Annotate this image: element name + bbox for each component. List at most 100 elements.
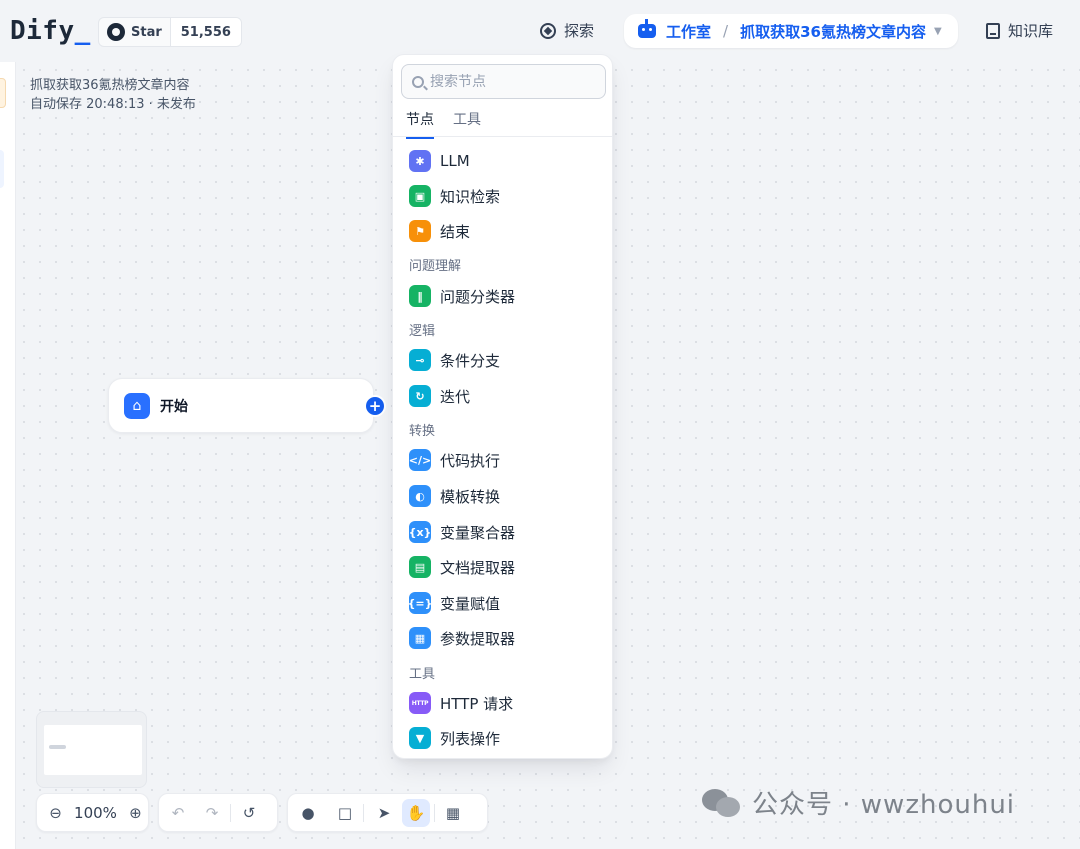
node-item-label: 文档提取器 [440,558,516,577]
divider [230,803,231,822]
node-item-label: 模板转换 [440,487,501,506]
watermark-text: 公众号 · wwzhouhui [752,790,1016,820]
top-header: Dify_ Star 51,556 探索 工作室 / 抓取获取36氪热榜文章内容… [0,0,1080,62]
zoom-in-icon[interactable]: ⊕ [123,799,148,827]
variable-icon: {x} [409,521,431,543]
autosave-status: 自动保存 20:48:13 · 未发布 [30,97,196,112]
wechat-icon [702,787,742,819]
llm-icon: ✱ [409,150,431,172]
left-sidebar-collapsed [0,62,16,849]
classifier-icon: ‖ [409,285,431,307]
app-icon[interactable] [0,78,6,108]
node-item-llm[interactable]: ✱ LLM [409,147,470,175]
history-control: ↶ ↷ ↺ [158,793,278,832]
branch-icon: ⊸ [409,349,431,371]
node-item-label: 迭代 [440,387,471,406]
hand-icon[interactable]: ✋ [402,798,430,827]
category-logic: 逻辑 [409,324,436,339]
book-open-icon: ▣ [409,185,431,207]
redo-icon[interactable]: ↷ [198,799,226,827]
category-tools: 工具 [409,667,436,682]
node-item-label: HTTP 请求 [440,694,514,713]
zoom-control: ⊖ 100% ⊕ [36,793,149,832]
divider [363,803,364,822]
node-item-http-request[interactable]: HTTP HTTP 请求 [409,689,513,717]
code-icon: </> [409,449,431,471]
github-star-button[interactable]: Star 51,556 [98,17,242,47]
node-picker-panel: 节点 工具 ✱ LLM ▣ 知识检索 ⚑ 结束 问题理解 ‖ 问题分类器 逻辑 … [392,54,613,759]
node-item-doc-extractor[interactable]: ▤ 文档提取器 [409,553,515,581]
start-node-label: 开始 [160,398,188,415]
node-item-list-operator[interactable]: ▼ 列表操作 [409,724,500,752]
app-info: 抓取获取36氪热榜文章内容 自动保存 20:48:13 · 未发布 [30,76,196,114]
compass-icon [540,22,556,39]
zoom-out-icon[interactable]: ⊖ [43,799,68,827]
node-search-box[interactable] [401,64,606,99]
node-item-iteration[interactable]: ↻ 迭代 [409,382,470,410]
divider [434,803,435,822]
node-item-code[interactable]: </> 代码执行 [409,446,500,474]
add-note-icon[interactable]: □ [331,799,359,827]
node-item-label: 代码执行 [440,451,501,470]
node-item-variable-assigner[interactable]: {=} 变量赋值 [408,589,501,617]
breadcrumb-separator: / [723,22,729,40]
dify-logo[interactable]: Dify_ [10,16,91,46]
nav-explore[interactable]: 探索 [540,20,594,41]
undo-icon[interactable]: ↶ [164,799,192,827]
home-icon: ⌂ [124,392,150,419]
zoom-level[interactable]: 100% [74,804,117,822]
start-node[interactable]: ⌂ 开始 [108,378,374,433]
nav-studio[interactable]: 工作室 / 抓取获取36氪热榜文章内容 ▼ [624,14,958,48]
sidebar-active-item[interactable] [0,150,4,188]
category-question-understanding: 问题理解 [409,259,462,274]
minimap-viewport[interactable] [44,725,142,775]
node-item-label: 结束 [440,222,471,241]
robot-icon [638,19,656,38]
add-node-handle[interactable]: + [364,395,386,417]
canvas-tools: ● □ ➤ ✋ ▦ [287,793,488,832]
nav-knowledge-label: 知识库 [1008,22,1054,40]
current-app-name[interactable]: 抓取获取36氪热榜文章内容 [740,21,926,42]
github-star-count: 51,556 [169,18,241,46]
node-item-label: 变量赋值 [440,594,501,613]
node-item-parameter-extractor[interactable]: ▦ 参数提取器 [409,624,515,652]
node-item-if-else[interactable]: ⊸ 条件分支 [409,346,500,374]
github-icon [107,23,125,41]
http-icon: HTTP [409,692,431,714]
book-icon [986,22,1000,39]
search-icon [412,75,424,88]
node-item-label: 知识检索 [440,187,501,206]
nav-knowledge[interactable]: 知识库 [986,20,1053,41]
node-search-input[interactable] [430,73,590,90]
wechat-watermark: 公众号 · wwzhouhui [702,784,1015,821]
organize-blocks-icon[interactable]: ▦ [439,799,467,827]
node-picker-tabs: 节点 工具 [393,107,612,139]
chevron-down-icon[interactable]: ▼ [934,26,942,37]
pointer-icon[interactable]: ➤ [370,799,398,827]
grid-icon: ▦ [409,627,431,649]
node-item-knowledge-retrieval[interactable]: ▣ 知识检索 [409,182,500,210]
node-item-end[interactable]: ⚑ 结束 [409,217,470,245]
nav-studio-label: 工作室 [666,22,712,41]
node-item-variable-aggregator[interactable]: {x} 变量聚合器 [409,518,515,546]
loop-icon: ↻ [409,385,431,407]
node-item-label: 问题分类器 [440,287,516,306]
github-star-label: Star [131,24,162,40]
node-item-template[interactable]: ◐ 模板转换 [409,482,500,510]
filter-icon: ▼ [409,727,431,749]
category-transform: 转换 [409,424,436,439]
end-flag-icon: ⚑ [409,220,431,242]
node-item-label: LLM [440,152,470,170]
node-item-label: 列表操作 [440,729,501,748]
template-icon: ◐ [409,485,431,507]
node-item-question-classifier[interactable]: ‖ 问题分类器 [409,282,515,310]
node-item-label: 参数提取器 [440,629,516,648]
history-icon[interactable]: ↺ [235,799,263,827]
assign-icon: {=} [408,592,432,614]
minimap[interactable] [36,711,147,788]
tab-nodes[interactable]: 节点 [406,109,434,139]
app-title: 抓取获取36氪热榜文章内容 [30,78,190,93]
tab-tools[interactable]: 工具 [453,109,481,137]
add-node-icon[interactable]: ● [294,799,322,827]
node-item-label: 条件分支 [440,351,501,370]
